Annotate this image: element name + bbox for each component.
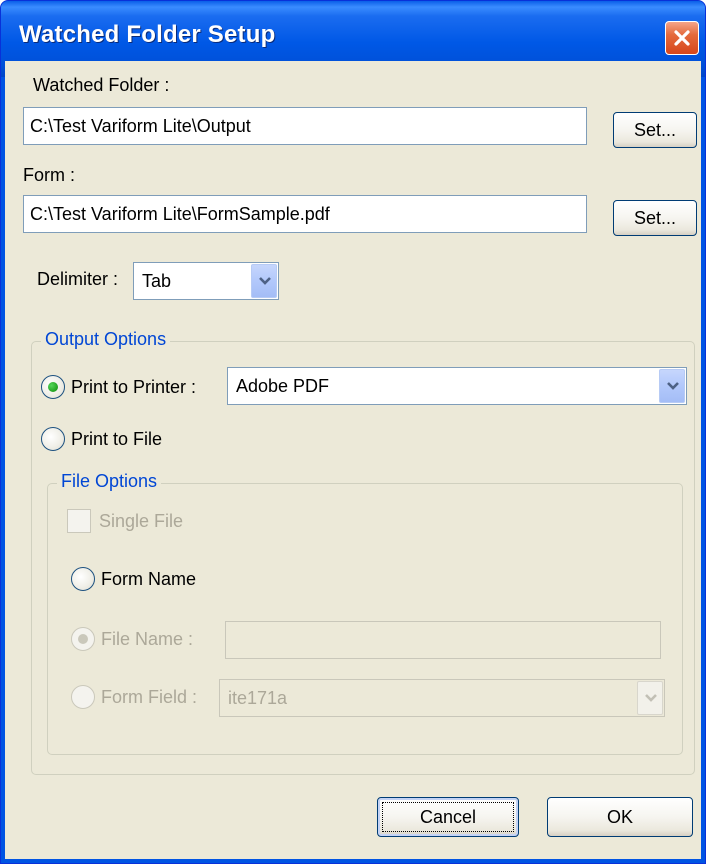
- watched-folder-input[interactable]: C:\Test Variform Lite\Output: [23, 107, 587, 145]
- form-field-select[interactable]: ite171a: [219, 679, 665, 717]
- ok-label: OK: [606, 807, 633, 827]
- watched-folder-set-button[interactable]: Set...: [613, 112, 697, 148]
- chevron-down-icon: [645, 694, 657, 702]
- dialog-window: Watched Folder Setup Watched Folder : C:…: [0, 0, 706, 864]
- delimiter-value: Tab: [142, 271, 172, 291]
- chevron-down-icon: [259, 277, 271, 285]
- print-to-printer-radio[interactable]: [41, 375, 65, 399]
- watched-folder-label: Watched Folder :: [33, 75, 170, 95]
- form-field-value: ite171a: [228, 688, 288, 708]
- file-name-label: File Name :: [101, 629, 194, 649]
- file-name-radio[interactable]: [71, 627, 95, 651]
- chevron-down-icon: [667, 382, 679, 390]
- delimiter-select[interactable]: Tab: [133, 262, 279, 300]
- form-name-label[interactable]: Form Name: [101, 569, 196, 590]
- form-set-label: Set...: [633, 208, 677, 228]
- print-to-file-radio[interactable]: [41, 427, 65, 451]
- file-name-input[interactable]: [225, 621, 661, 659]
- cancel-button[interactable]: Cancel: [377, 797, 519, 837]
- ok-button[interactable]: OK: [547, 797, 693, 837]
- form-field-label: Form Field :: [101, 687, 198, 707]
- focus-ring: [382, 802, 514, 832]
- delimiter-dropdown-button[interactable]: [251, 264, 277, 298]
- file-options-title: File Options: [57, 471, 162, 492]
- printer-value: Adobe PDF: [236, 376, 330, 396]
- form-label: Form :: [23, 165, 75, 185]
- dialog-client-area: Watched Folder : C:\Test Variform Lite\O…: [5, 61, 701, 859]
- form-set-button[interactable]: Set...: [613, 200, 697, 236]
- form-name-radio[interactable]: [71, 567, 95, 591]
- form-field-radio[interactable]: [71, 685, 95, 709]
- print-to-printer-label[interactable]: Print to Printer :: [71, 377, 196, 398]
- form-input[interactable]: C:\Test Variform Lite\FormSample.pdf: [23, 195, 587, 233]
- watched-folder-set-label: Set...: [633, 120, 677, 140]
- form-field-dropdown-button[interactable]: [637, 681, 663, 715]
- print-to-file-label[interactable]: Print to File: [71, 429, 162, 450]
- close-button[interactable]: [665, 21, 699, 55]
- printer-dropdown-button[interactable]: [659, 369, 685, 403]
- window-title: Watched Folder Setup: [19, 21, 276, 48]
- close-icon: [674, 30, 690, 46]
- single-file-label: Single File: [99, 511, 184, 531]
- printer-select[interactable]: Adobe PDF: [227, 367, 687, 405]
- single-file-checkbox[interactable]: [67, 509, 91, 533]
- output-options-title: Output Options: [41, 329, 171, 350]
- delimiter-label: Delimiter :: [37, 269, 119, 289]
